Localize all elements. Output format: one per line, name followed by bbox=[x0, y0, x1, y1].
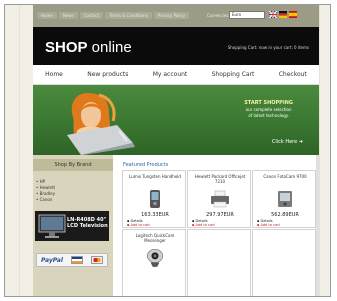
top-nav-privacy[interactable]: Privacy Policy bbox=[153, 12, 190, 19]
add-to-cart-link[interactable]: ▪ Add to cart bbox=[192, 223, 215, 227]
product-card-empty bbox=[187, 229, 251, 296]
click-here-label: Click Here bbox=[271, 139, 298, 145]
brand-label: Hewlett bbox=[39, 185, 56, 190]
logo-brand: SHOP bbox=[45, 39, 88, 56]
product-card[interactable]: Lumix Tungsten Handheld 163.33EUR ▪ Deta… bbox=[122, 170, 186, 228]
currency-label: Currencies: bbox=[207, 13, 230, 18]
handheld-icon bbox=[150, 190, 160, 208]
top-nav-terms[interactable]: Terms & Conditions bbox=[105, 12, 152, 19]
banner-text: START SHOPPING our complete selection of… bbox=[244, 100, 293, 118]
browser-frame: Home News Contact Terms & Conditions Pri… bbox=[4, 4, 331, 297]
product-links: ▪ Details ▪ Add to cart bbox=[127, 219, 150, 227]
currency-select[interactable]: Euro bbox=[229, 11, 265, 19]
main-menu: Home New products My account Shopping Ca… bbox=[33, 65, 319, 85]
menu-checkout[interactable]: Checkout bbox=[279, 71, 307, 78]
product-links: ▪ Details ▪ Add to cart bbox=[257, 219, 280, 227]
featured-products-title: Featured Products bbox=[123, 162, 169, 168]
product-price: 163.33EUR bbox=[141, 212, 169, 218]
cart-summary: Shopping Cart: now in your cart: 0 items bbox=[227, 45, 309, 50]
spanish-flag-icon[interactable] bbox=[289, 11, 297, 18]
product-name[interactable]: Canon FotoCam 9700 bbox=[255, 174, 315, 179]
product-links: ▪ Details ▪ Add to cart bbox=[192, 219, 215, 227]
add-to-cart-link[interactable]: ▪ Add to cart bbox=[127, 223, 150, 227]
product-card[interactable]: Canon FotoCam 9700 562.89EUR ▪ Details ▪… bbox=[252, 170, 316, 228]
payment-methods: PayPal bbox=[36, 253, 108, 267]
top-nav: Home News Contact Terms & Conditions Pri… bbox=[37, 12, 190, 19]
add-to-cart-link[interactable]: ▪ Add to cart bbox=[257, 223, 280, 227]
top-nav-contact[interactable]: Contact bbox=[79, 12, 104, 19]
site-header: SHOP online Shopping Cart: now in your c… bbox=[33, 27, 319, 65]
click-here-link[interactable]: Click Here ➜ bbox=[272, 139, 303, 145]
camera-icon bbox=[278, 191, 292, 207]
shop-by-brand-heading: Shop By Brand bbox=[33, 159, 113, 171]
logo-rest: online bbox=[87, 39, 132, 56]
sidebar: Shop By Brand • HP • Hewlett • Bradley •… bbox=[33, 155, 113, 296]
promo-banner[interactable]: START SHOPPING our complete selection of… bbox=[33, 85, 319, 155]
brand-label: Bradley bbox=[39, 191, 55, 196]
printer-icon bbox=[211, 190, 229, 208]
product-card[interactable]: Hewlett Packard Officejet 7210 297.97EUR… bbox=[187, 170, 251, 228]
top-nav-home[interactable]: Home bbox=[37, 12, 57, 19]
top-nav-news[interactable]: News bbox=[58, 12, 78, 19]
webcam-icon bbox=[146, 248, 164, 267]
shop-logo[interactable]: SHOP online bbox=[45, 39, 132, 56]
product-card[interactable]: Logitech QuickCam Messenger bbox=[122, 229, 186, 296]
top-bar: Home News Contact Terms & Conditions Pri… bbox=[33, 5, 319, 27]
menu-my-account[interactable]: My account bbox=[153, 71, 188, 78]
product-price: 297.97EUR bbox=[206, 212, 234, 218]
banner-line-3: of latest technology. bbox=[248, 113, 289, 118]
brand-item[interactable]: • Canon bbox=[36, 197, 55, 203]
product-price: 562.89EUR bbox=[271, 212, 299, 218]
content-edge bbox=[316, 155, 319, 296]
product-name[interactable]: Hewlett Packard Officejet 7210 bbox=[190, 174, 250, 184]
brand-list: • HP • Hewlett • Bradley • Canon bbox=[36, 179, 55, 203]
menu-new-products[interactable]: New products bbox=[87, 71, 128, 78]
language-flags bbox=[269, 11, 297, 18]
banner-line-1: START SHOPPING bbox=[244, 100, 293, 106]
visa-card-icon bbox=[70, 256, 83, 264]
woman-with-laptop-illustration bbox=[67, 93, 135, 155]
product-name[interactable]: Lumix Tungsten Handheld bbox=[125, 174, 185, 179]
mastercard-icon bbox=[90, 256, 103, 264]
product-card-empty bbox=[252, 229, 316, 296]
add-to-cart-label: Add to cart bbox=[260, 223, 280, 227]
arrow-right-icon: ➜ bbox=[298, 139, 303, 145]
tv-icon bbox=[38, 214, 66, 238]
german-flag-icon[interactable] bbox=[279, 11, 287, 18]
english-flag-icon[interactable] bbox=[269, 11, 277, 18]
paypal-logo: PayPal bbox=[41, 256, 63, 264]
shop-page: Home News Contact Terms & Conditions Pri… bbox=[33, 5, 319, 296]
brand-label: Canon bbox=[39, 197, 53, 202]
add-to-cart-label: Add to cart bbox=[195, 223, 215, 227]
menu-home[interactable]: Home bbox=[45, 71, 63, 78]
banner-line-2: our complete selection bbox=[245, 107, 292, 112]
tv-promo-line-2: LCD Television bbox=[67, 223, 108, 229]
tv-promo-text: LN-R408D 40" LCD Television bbox=[67, 217, 108, 229]
product-name[interactable]: Logitech QuickCam Messenger bbox=[125, 233, 185, 243]
menu-shopping-cart[interactable]: Shopping Cart bbox=[212, 71, 255, 78]
add-to-cart-label: Add to cart bbox=[130, 223, 150, 227]
brand-label: HP bbox=[39, 179, 46, 184]
